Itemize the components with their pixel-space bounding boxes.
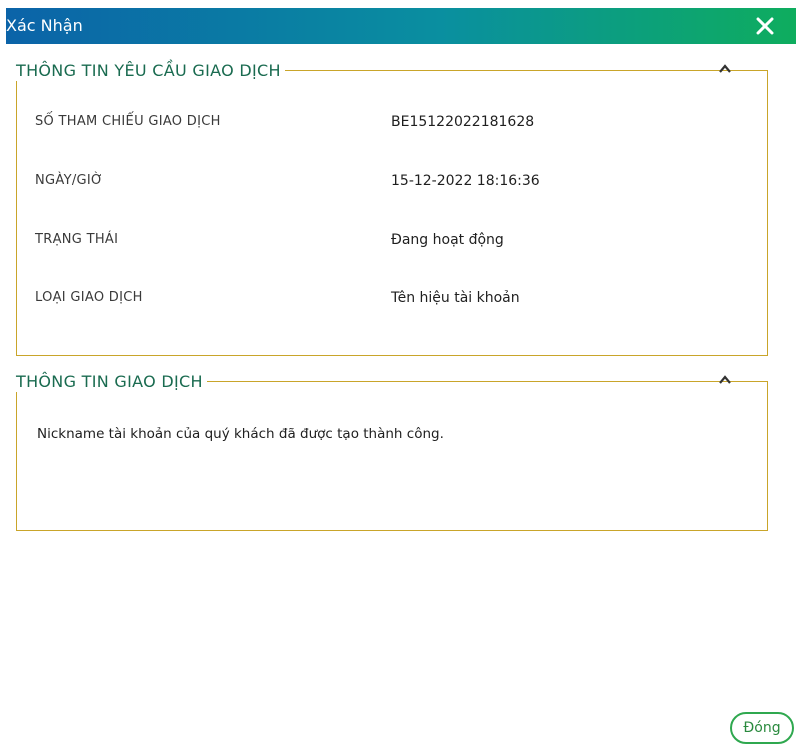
status-value: Đang hoạt động: [391, 232, 504, 248]
transaction-type-label: LOẠI GIAO DỊCH: [35, 290, 143, 305]
transaction-type-row: LOẠI GIAO DỊCH Tên hiệu tài khoản: [35, 286, 755, 310]
close-icon[interactable]: [752, 13, 778, 39]
request-section-title: THÔNG TIN YÊU CẦU GIAO DỊCH: [16, 61, 285, 81]
transaction-info-section: THÔNG TIN GIAO DỊCH Nickname tài khoản c…: [16, 372, 768, 531]
success-message: Nickname tài khoản của quý khách đã được…: [37, 426, 444, 442]
reference-number-label: SỐ THAM CHIẾU GIAO DỊCH: [35, 114, 221, 129]
status-label: TRẠNG THÁI: [35, 232, 119, 247]
request-info-section: THÔNG TIN YÊU CẦU GIAO DỊCH SỐ THAM CHIẾ…: [16, 61, 768, 356]
reference-number-row: SỐ THAM CHIẾU GIAO DỊCH BE15122022181628: [35, 110, 755, 134]
chevron-up-icon[interactable]: [719, 64, 731, 74]
transaction-type-value: Tên hiệu tài khoản: [391, 290, 520, 306]
transaction-section-title: THÔNG TIN GIAO DỊCH: [16, 372, 207, 392]
datetime-value: 15-12-2022 18:16:36: [391, 173, 540, 189]
reference-number-value: BE15122022181628: [391, 114, 535, 130]
status-row: TRẠNG THÁI Đang hoạt động: [35, 228, 755, 252]
close-button[interactable]: Đóng: [730, 712, 794, 744]
chevron-up-icon[interactable]: [719, 375, 731, 385]
dialog-title: Xác Nhận: [6, 16, 83, 35]
datetime-label: NGÀY/GIỜ: [35, 173, 104, 188]
datetime-row: NGÀY/GIỜ 15-12-2022 18:16:36: [35, 169, 755, 193]
dialog-header: Xác Nhận: [6, 8, 796, 44]
